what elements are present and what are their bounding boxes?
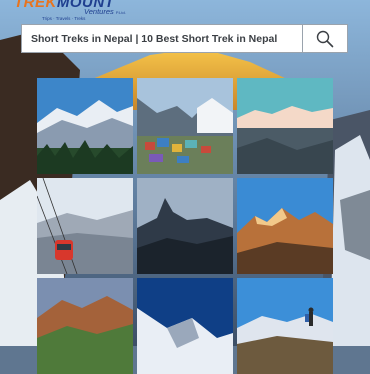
image-gallery <box>37 78 333 374</box>
logo-subtitle-text: Ventures <box>84 7 114 16</box>
gallery-image-6[interactable] <box>237 178 333 274</box>
gallery-image-5[interactable] <box>137 178 233 274</box>
gallery-image-3[interactable] <box>237 78 333 174</box>
logo-subtitle: Ventures P.Ltd. <box>84 7 126 16</box>
search-input[interactable]: Short Treks in Nepal | 10 Best Short Tre… <box>22 25 302 52</box>
gallery-image-7[interactable] <box>37 278 133 374</box>
logo-subtitle-suffix: P.Ltd. <box>115 10 126 15</box>
search-icon <box>316 30 334 47</box>
search-button[interactable] <box>302 25 347 52</box>
gallery-image-8[interactable] <box>137 278 233 374</box>
gallery-image-9[interactable] <box>237 278 333 374</box>
logo-brand-part1: TREK <box>14 0 57 11</box>
gallery-image-4[interactable] <box>37 178 133 274</box>
logo-tagline: Trips · Travels · Treks <box>42 16 86 21</box>
search-bar: Short Treks in Nepal | 10 Best Short Tre… <box>21 24 348 53</box>
company-logo[interactable]: TREKMOUNT Ventures P.Ltd. Trips · Travel… <box>14 0 134 24</box>
gallery-image-2[interactable] <box>137 78 233 174</box>
gallery-image-1[interactable] <box>37 78 133 174</box>
